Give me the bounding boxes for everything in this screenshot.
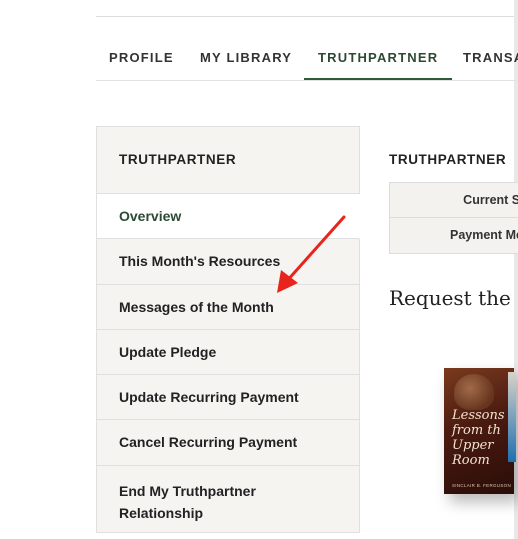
book-cover-title: Lessons from th Upper Room	[452, 408, 514, 468]
sidebar-item-label-line1: End My Truthpartner	[119, 482, 256, 499]
tab-my-library[interactable]: MY LIBRARY	[200, 36, 292, 80]
status-table: Current Status Payment Method	[389, 182, 518, 254]
book-author: SINCLAIR B. FERGUSON	[452, 483, 512, 488]
book-cover-image[interactable]: Lessons from th Upper Room SINCLAIR B. F…	[444, 368, 514, 494]
sidebar-item-cancel-recurring-payment[interactable]: Cancel Recurring Payment	[97, 420, 359, 466]
status-row-current-status: Current Status	[390, 183, 518, 218]
account-tabs: PROFILE MY LIBRARY TRUTHPARTNER TRANSA	[96, 36, 518, 81]
truthpartner-sidebar: TRUTHPARTNER Overview This Month's Resou…	[96, 126, 360, 533]
request-heading: Request the	[389, 286, 511, 310]
sidebar-item-end-relationship[interactable]: End My Truthpartner Relationship	[97, 466, 359, 533]
top-divider	[96, 16, 518, 17]
sidebar-item-update-pledge[interactable]: Update Pledge	[97, 330, 359, 376]
book-title-line1: Lessons	[452, 408, 505, 423]
sidebar-item-overview[interactable]: Overview	[97, 194, 360, 240]
book-title-line3: Upper	[452, 438, 494, 453]
sidebar-title: TRUTHPARTNER	[97, 127, 359, 194]
book-title-line2: from th	[452, 423, 501, 438]
sidebar-item-messages-of-the-month[interactable]: Messages of the Month	[97, 285, 359, 330]
sidebar-item-label-line2: Relationship	[119, 504, 204, 521]
status-label-current-status: Current Status	[463, 193, 518, 207]
sidebar-item-update-recurring-payment[interactable]: Update Recurring Payment	[97, 375, 359, 421]
status-row-payment-method: Payment Method	[390, 218, 518, 253]
book-cover-art	[454, 374, 494, 410]
main-section-title: TRUTHPARTNER	[389, 152, 507, 167]
status-label-payment-method: Payment Method	[449, 228, 518, 242]
tab-truthpartner[interactable]: TRUTHPARTNER	[303, 36, 453, 80]
book-title-line4: Room	[452, 453, 490, 468]
sidebar-item-this-months-resources[interactable]: This Month's Resources	[97, 239, 359, 285]
tab-profile[interactable]: PROFILE	[109, 36, 174, 80]
tab-transactions[interactable]: TRANSA	[463, 36, 518, 80]
second-book-edge	[508, 372, 516, 462]
account-page: PROFILE MY LIBRARY TRUTHPARTNER TRANSA T…	[0, 0, 518, 539]
